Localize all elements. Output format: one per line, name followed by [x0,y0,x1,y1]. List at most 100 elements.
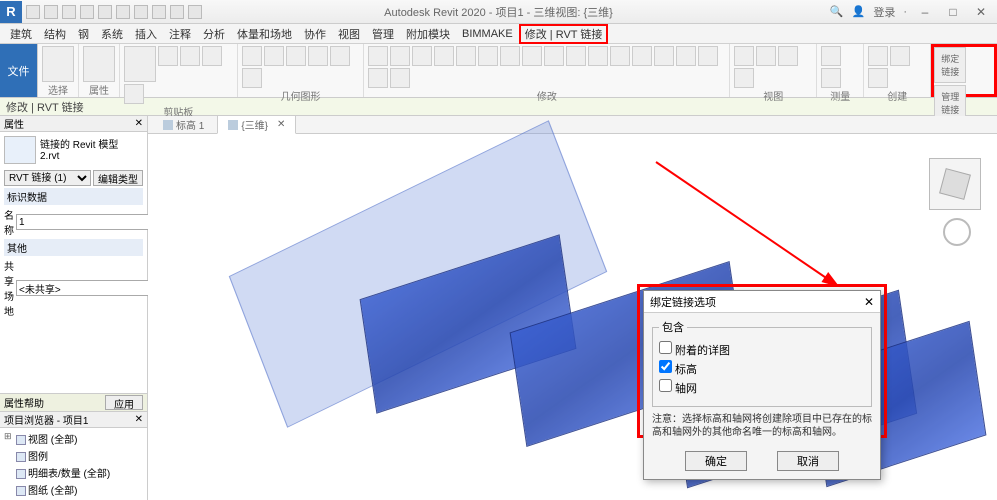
checkbox-轴网[interactable] [659,379,672,392]
3d-viewport[interactable]: 绑定链接选项 ✕ 包含 附着的详图 标高 轴网 注意：选择标高和轴网将创建除项目… [148,134,997,500]
ribbon-button[interactable] [610,46,630,66]
ribbon-button[interactable] [434,46,454,66]
ribbon-button[interactable] [778,46,798,66]
ribbon-button[interactable] [308,46,328,66]
ribbon-button[interactable] [821,68,841,88]
ribbon-button[interactable] [676,46,696,66]
ribbon-button[interactable] [42,46,74,82]
shared-site-value[interactable] [16,280,154,296]
file-tab[interactable]: 文件 [0,44,38,97]
revit-logo-icon: R [0,1,22,23]
ribbon-button[interactable] [478,46,498,66]
view-icon [228,120,238,130]
edit-type-button[interactable]: 编辑类型 [93,170,143,186]
minimize-button[interactable]: – [915,5,935,19]
tree-item-图例[interactable]: 图例 [2,447,145,464]
ribbon-button[interactable] [368,68,388,88]
browser-close-icon[interactable]: ✕ [135,414,143,425]
quick-access-toolbar[interactable] [26,5,202,19]
menu-管理[interactable]: 管理 [366,24,400,44]
ribbon-button[interactable] [821,46,841,66]
ribbon-group-label: 属性 [83,82,115,97]
menu-附加模块[interactable]: 附加模块 [400,24,456,44]
checkbox-附着的详图[interactable] [659,341,672,354]
ribbon-button[interactable] [242,46,262,66]
dialog-close-icon[interactable]: ✕ [864,295,874,309]
ribbon-button[interactable] [522,46,542,66]
ribbon-button[interactable] [83,46,115,82]
title-bar: R Autodesk Revit 2020 - 项目1 - 三维视图: {三维}… [0,0,997,24]
ribbon-button[interactable] [124,84,144,104]
ribbon-button[interactable] [868,46,888,66]
menu-结构[interactable]: 结构 [38,24,72,44]
tree-item-图纸 (全部)[interactable]: 图纸 (全部) [2,481,145,498]
option-标高[interactable]: 标高 [659,360,865,377]
tab-close-icon[interactable]: ✕ [277,119,285,130]
ribbon-button[interactable] [698,46,718,66]
ribbon-button[interactable] [588,46,608,66]
ribbon-button[interactable] [330,46,350,66]
ribbon-button[interactable] [242,68,262,88]
properties-close-icon[interactable]: ✕ [135,118,143,129]
tree-item-视图 (全部)[interactable]: 视图 (全部) [2,430,145,447]
project-browser[interactable]: 视图 (全部)图例明细表/数量 (全部)图纸 (全部)族组Revit 链接 [0,428,147,500]
view-cube[interactable] [929,158,981,210]
view-tab-标高 1[interactable]: 标高 1 [152,116,215,134]
ribbon-button[interactable] [202,46,222,66]
menu-插入[interactable]: 插入 [129,24,163,44]
menu-协作[interactable]: 协作 [298,24,332,44]
close-button[interactable]: ✕ [971,5,991,19]
ribbon-button[interactable] [632,46,652,66]
shared-site-label: 共享场地 [4,258,14,318]
menu-建筑[interactable]: 建筑 [4,24,38,44]
ribbon-button[interactable] [180,46,200,66]
view-tab-{三维}[interactable]: {三维}✕ [217,116,296,134]
tree-item-明细表/数量 (全部)[interactable]: 明细表/数量 (全部) [2,464,145,481]
menu-注释[interactable]: 注释 [163,24,197,44]
menu-视图[interactable]: 视图 [332,24,366,44]
ribbon-button[interactable] [734,68,754,88]
cancel-button[interactable]: 取消 [777,451,839,471]
name-input[interactable] [16,214,154,230]
ribbon-button[interactable] [124,46,156,82]
checkbox-标高[interactable] [659,360,672,373]
tree-icon [16,469,26,479]
ribbon-button[interactable] [456,46,476,66]
option-附着的详图[interactable]: 附着的详图 [659,341,865,358]
section-other: 其他 [4,239,143,256]
restore-button[interactable]: □ [943,5,963,19]
ribbon-button[interactable] [500,46,520,66]
ribbon-button[interactable] [868,68,888,88]
ribbon-button[interactable] [544,46,564,66]
menu-系统[interactable]: 系统 [95,24,129,44]
ribbon-button[interactable] [654,46,674,66]
type-name-label: 链接的 Revit 模型 2.rvt [40,136,118,164]
apply-button[interactable]: 应用 [105,395,143,410]
menu-修改 | RVT 链接[interactable]: 修改 | RVT 链接 [519,24,609,44]
ribbon-button[interactable] [390,68,410,88]
menu-分析[interactable]: 分析 [197,24,231,44]
ribbon-button[interactable] [390,46,410,66]
ribbon-button[interactable] [566,46,586,66]
type-selector[interactable]: RVT 链接 (1) [4,170,91,186]
ribbon: 文件 选择属性剪贴板几何图形修改视图测量创建绑定 链接管理 链接链接 [0,44,997,98]
ribbon-button[interactable] [264,46,284,66]
ribbon-button[interactable] [412,46,432,66]
login-link[interactable]: 登录 [873,4,895,20]
menu-BIMMAKE[interactable]: BIMMAKE [456,26,519,42]
ribbon-button[interactable]: 绑定 链接 [934,47,966,83]
ribbon-button[interactable] [890,46,910,66]
ribbon-button[interactable] [368,46,388,66]
search-icon[interactable]: 🔍 [830,5,844,18]
ribbon-button[interactable] [286,46,306,66]
ribbon-button[interactable] [756,46,776,66]
nav-wheel-icon[interactable] [943,218,971,246]
ribbon-button[interactable] [734,46,754,66]
option-轴网[interactable]: 轴网 [659,379,865,396]
ribbon-button[interactable] [158,46,178,66]
menu-钢[interactable]: 钢 [72,24,95,44]
user-icon[interactable]: 👤 [852,5,866,18]
ok-button[interactable]: 确定 [685,451,747,471]
menu-体量和场地[interactable]: 体量和场地 [231,24,298,44]
ribbon-group-测量: 测量 [817,44,864,97]
